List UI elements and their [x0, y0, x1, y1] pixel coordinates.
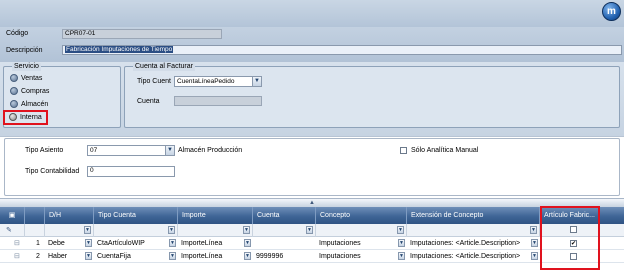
cell-cuenta[interactable]: [253, 237, 316, 250]
chevron-down-icon: ▼: [530, 226, 537, 234]
chevron-down-icon: ▼: [84, 226, 91, 234]
servicio-title: Servicio: [12, 63, 41, 71]
chevron-down-icon[interactable]: ▼: [244, 252, 251, 260]
descripcion-label: Descripción: [6, 47, 43, 54]
filter-cell: ✎: [0, 224, 25, 237]
chevron-down-icon[interactable]: ▼: [244, 239, 251, 247]
cell-extension[interactable]: Imputaciones: <Article.Description>: [407, 250, 535, 263]
cell-importe[interactable]: ImporteLínea: [178, 237, 243, 250]
grid-header-num: [25, 207, 45, 224]
cell-importe[interactable]: ImporteLínea: [178, 250, 243, 263]
chevron-down-icon[interactable]: ▼: [169, 252, 176, 260]
tipo-asiento-desc: Almacén Producción: [178, 147, 243, 154]
solo-analitica-label: Sólo Analítica Manual: [411, 147, 479, 154]
cell-concepto[interactable]: Imputaciones: [316, 250, 396, 263]
articulo-fabric-highlight: [540, 206, 600, 270]
filter-cell: [25, 224, 45, 237]
filter-extension[interactable]: ▼: [407, 224, 540, 237]
grid-header-end: [600, 207, 624, 224]
radio-ventas-label: Ventas: [21, 74, 43, 82]
radio-ventas[interactable]: Ventas: [10, 73, 42, 83]
chevron-down-icon[interactable]: ▼: [85, 239, 92, 247]
radio-compras-label: Compras: [21, 87, 50, 95]
row-number: 1: [36, 240, 40, 247]
solo-analitica-checkbox[interactable]: [400, 147, 407, 154]
chevron-down-icon[interactable]: ▼: [398, 252, 405, 260]
grid-header: ▣ D/H Tipo Cuenta Importe Cuenta Concept…: [0, 207, 624, 224]
col-dh[interactable]: D/H: [45, 207, 94, 224]
chevron-down-icon: ▼: [252, 77, 261, 86]
cell-dh[interactable]: Debe: [45, 237, 85, 250]
chevron-down-icon[interactable]: ▼: [85, 252, 92, 260]
chevron-down-icon: ▼: [168, 226, 175, 234]
splitter-bar[interactable]: ▲: [0, 198, 624, 207]
filter-concepto[interactable]: ▼: [316, 224, 407, 237]
chevron-down-icon[interactable]: ▼: [398, 239, 405, 247]
chevron-down-icon[interactable]: ▼: [169, 239, 176, 247]
cell-tipo-cuenta[interactable]: CtaArtículoWIP: [94, 237, 168, 250]
grid-options-icon[interactable]: ▣: [0, 207, 25, 224]
filter-dh[interactable]: ▼: [45, 224, 94, 237]
col-concepto[interactable]: Concepto: [316, 207, 407, 224]
chevron-down-icon: ▼: [165, 146, 174, 155]
table-row[interactable]: ⊟ 2 Haber ▼ CuentaFija ▼ ImporteLínea ▼ …: [0, 250, 624, 263]
tipo-asiento-label: Tipo Asiento: [25, 147, 64, 154]
cuenta-label: Cuenta: [137, 98, 160, 105]
radio-selected-icon: [9, 113, 17, 121]
chevron-down-icon[interactable]: ▼: [531, 239, 538, 247]
chevron-down-icon: ▼: [306, 226, 313, 234]
descripcion-value: Fabricación Imputaciones de Tiempo: [65, 46, 174, 53]
radio-icon: [10, 87, 18, 95]
radio-interna[interactable]: Interna: [9, 112, 42, 122]
col-importe[interactable]: Importe: [178, 207, 253, 224]
codigo-field[interactable]: CPR07-01: [62, 29, 222, 39]
radio-icon: [10, 74, 18, 82]
chevron-down-icon[interactable]: ▼: [531, 252, 538, 260]
tipo-contabilidad-label: Tipo Contabilidad: [25, 168, 80, 175]
tipo-cuenta-label: Tipo Cuent: [137, 78, 171, 85]
col-cuenta[interactable]: Cuenta: [253, 207, 316, 224]
grid-filter-row: ✎ ▼ ▼ ▼ ▼ ▼ ▼: [0, 224, 624, 237]
cell-extension[interactable]: Imputaciones: <Article.Description>: [407, 237, 535, 250]
radio-compras[interactable]: Compras: [10, 86, 49, 96]
tipo-cuenta-value: CuentaLíneaPedido: [177, 78, 235, 85]
radio-icon: [10, 100, 18, 108]
tipo-cuenta-select[interactable]: CuentaLíneaPedido ▼: [174, 76, 262, 87]
cuenta-facturar-title: Cuenta al Facturar: [133, 63, 195, 71]
descripcion-field[interactable]: Fabricación Imputaciones de Tiempo: [62, 45, 622, 55]
cell-dh[interactable]: Haber: [45, 250, 85, 263]
chevron-down-icon: ▼: [397, 226, 404, 234]
cuenta-field[interactable]: [174, 96, 262, 106]
codigo-label: Código: [6, 30, 29, 37]
chevron-down-icon: ▼: [243, 226, 250, 234]
tipo-asiento-select[interactable]: 07 ▼: [87, 145, 175, 156]
radio-interna-label: Interna: [20, 113, 42, 121]
expand-icon[interactable]: ⊟: [14, 250, 22, 263]
table-row[interactable]: ⊟ 1 Debe ▼ CtaArtículoWIP ▼ ImporteLínea…: [0, 237, 624, 250]
tipo-asiento-value: 07: [90, 147, 98, 154]
radio-almacen-label: Almacén: [21, 100, 49, 108]
filter-importe[interactable]: ▼: [178, 224, 253, 237]
cell-cuenta[interactable]: 9999996: [253, 250, 316, 263]
tipo-contabilidad-field[interactable]: 0: [87, 166, 175, 177]
expand-icon[interactable]: ⊟: [14, 237, 22, 250]
filter-tipo-cuenta[interactable]: ▼: [94, 224, 178, 237]
cell-tipo-cuenta[interactable]: CuentaFija: [94, 250, 168, 263]
col-tipo-cuenta[interactable]: Tipo Cuenta: [94, 207, 178, 224]
radio-almacen[interactable]: Almacén: [10, 99, 48, 109]
row-number: 2: [36, 253, 40, 260]
app-logo-icon[interactable]: m: [602, 2, 621, 21]
filter-cuenta[interactable]: ▼: [253, 224, 316, 237]
cell-concepto[interactable]: Imputaciones: [316, 237, 396, 250]
header-band: [0, 0, 624, 27]
col-extension[interactable]: Extensión de Concepto: [407, 207, 540, 224]
